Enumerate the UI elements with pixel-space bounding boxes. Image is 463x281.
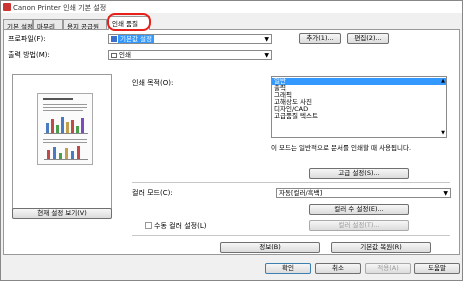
profile-value: 기본값 설정: [118, 35, 154, 43]
color-mode-label: 컬러 모드(C):: [132, 189, 173, 197]
profile-dropdown[interactable]: 기본값 설정 ▼: [108, 34, 272, 44]
printer-preferences-window: Canon Printer 인쇄 기본 설정 기본 설정 마무리 용지 공급원 …: [0, 0, 463, 281]
list-item[interactable]: 출력: [272, 85, 446, 92]
tab-strip: 기본 설정 마무리 용지 공급원 인쇄 품질: [1, 13, 462, 30]
print-quality-panel: 프로파일(F): 기본값 설정 ▼ 추가(1)... 편집(2)... 출력 방…: [3, 29, 460, 255]
print-purpose-description: 이 모드는 일반적으로 문서를 인쇄할 때 사용됩니다.: [271, 144, 412, 152]
print-preview-area: [12, 74, 112, 210]
color-settings-button[interactable]: 컬러 설정(T)...: [309, 220, 409, 231]
ok-button[interactable]: 확인: [265, 263, 311, 274]
section-divider: [132, 235, 450, 236]
page-preview-image: [37, 93, 93, 165]
print-purpose-label: 인쇄 목적(O):: [132, 79, 174, 87]
dialog-button-bar: 확인 취소 적용(A) 도움말: [1, 259, 462, 280]
title-bar: Canon Printer 인쇄 기본 설정: [1, 1, 462, 13]
active-tab-highlight-marker: [107, 13, 151, 31]
profile-add-button[interactable]: 추가(1)...: [299, 33, 341, 44]
help-button[interactable]: 도움말: [414, 263, 460, 274]
chevron-down-icon: ▼: [443, 190, 448, 197]
printer-app-icon: [3, 3, 11, 11]
profile-label: 프로파일(F):: [8, 35, 46, 43]
scroll-down-icon[interactable]: ▼: [441, 130, 445, 136]
section-divider: [132, 182, 450, 183]
chevron-down-icon: ▼: [264, 36, 269, 43]
color-mode-value: 자동[컬러/흑백]: [279, 189, 323, 197]
list-item[interactable]: 고급품질 텍스트: [272, 113, 446, 120]
color-mode-dropdown[interactable]: 자동[컬러/흑백] ▼: [276, 188, 451, 198]
scroll-up-icon[interactable]: ▲: [441, 78, 445, 84]
info-button[interactable]: 정보(B): [220, 242, 320, 253]
view-current-settings-button[interactable]: 현재 설정 보기(V): [12, 208, 112, 219]
output-method-label: 출력 방법(M):: [8, 51, 50, 59]
manual-color-label: 수동 컬러 설정(L): [154, 222, 207, 230]
restore-defaults-button[interactable]: 기본값 복원(R): [331, 242, 431, 253]
output-method-value: 인쇄: [119, 51, 131, 59]
profile-edit-button[interactable]: 편집(2)...: [347, 33, 389, 44]
print-purpose-list[interactable]: 일반 출력 그래픽 고해상도 사진 디자인/CAD 고급품질 텍스트 ▲ ▼: [271, 76, 447, 138]
chevron-down-icon: ▼: [264, 52, 269, 59]
apply-button[interactable]: 적용(A): [365, 263, 411, 274]
print-icon: [111, 52, 117, 58]
color-count-settings-button[interactable]: 컬러 수 설정(E)...: [309, 204, 409, 215]
list-item[interactable]: 일반: [272, 78, 446, 85]
window-title: Canon Printer 인쇄 기본 설정: [13, 4, 107, 12]
output-method-dropdown[interactable]: 인쇄 ▼: [108, 50, 272, 60]
cancel-button[interactable]: 취소: [315, 263, 361, 274]
advanced-settings-button[interactable]: 고급 설정(S)...: [309, 168, 409, 179]
manual-color-checkbox[interactable]: [145, 222, 152, 229]
profile-icon: [111, 36, 117, 42]
